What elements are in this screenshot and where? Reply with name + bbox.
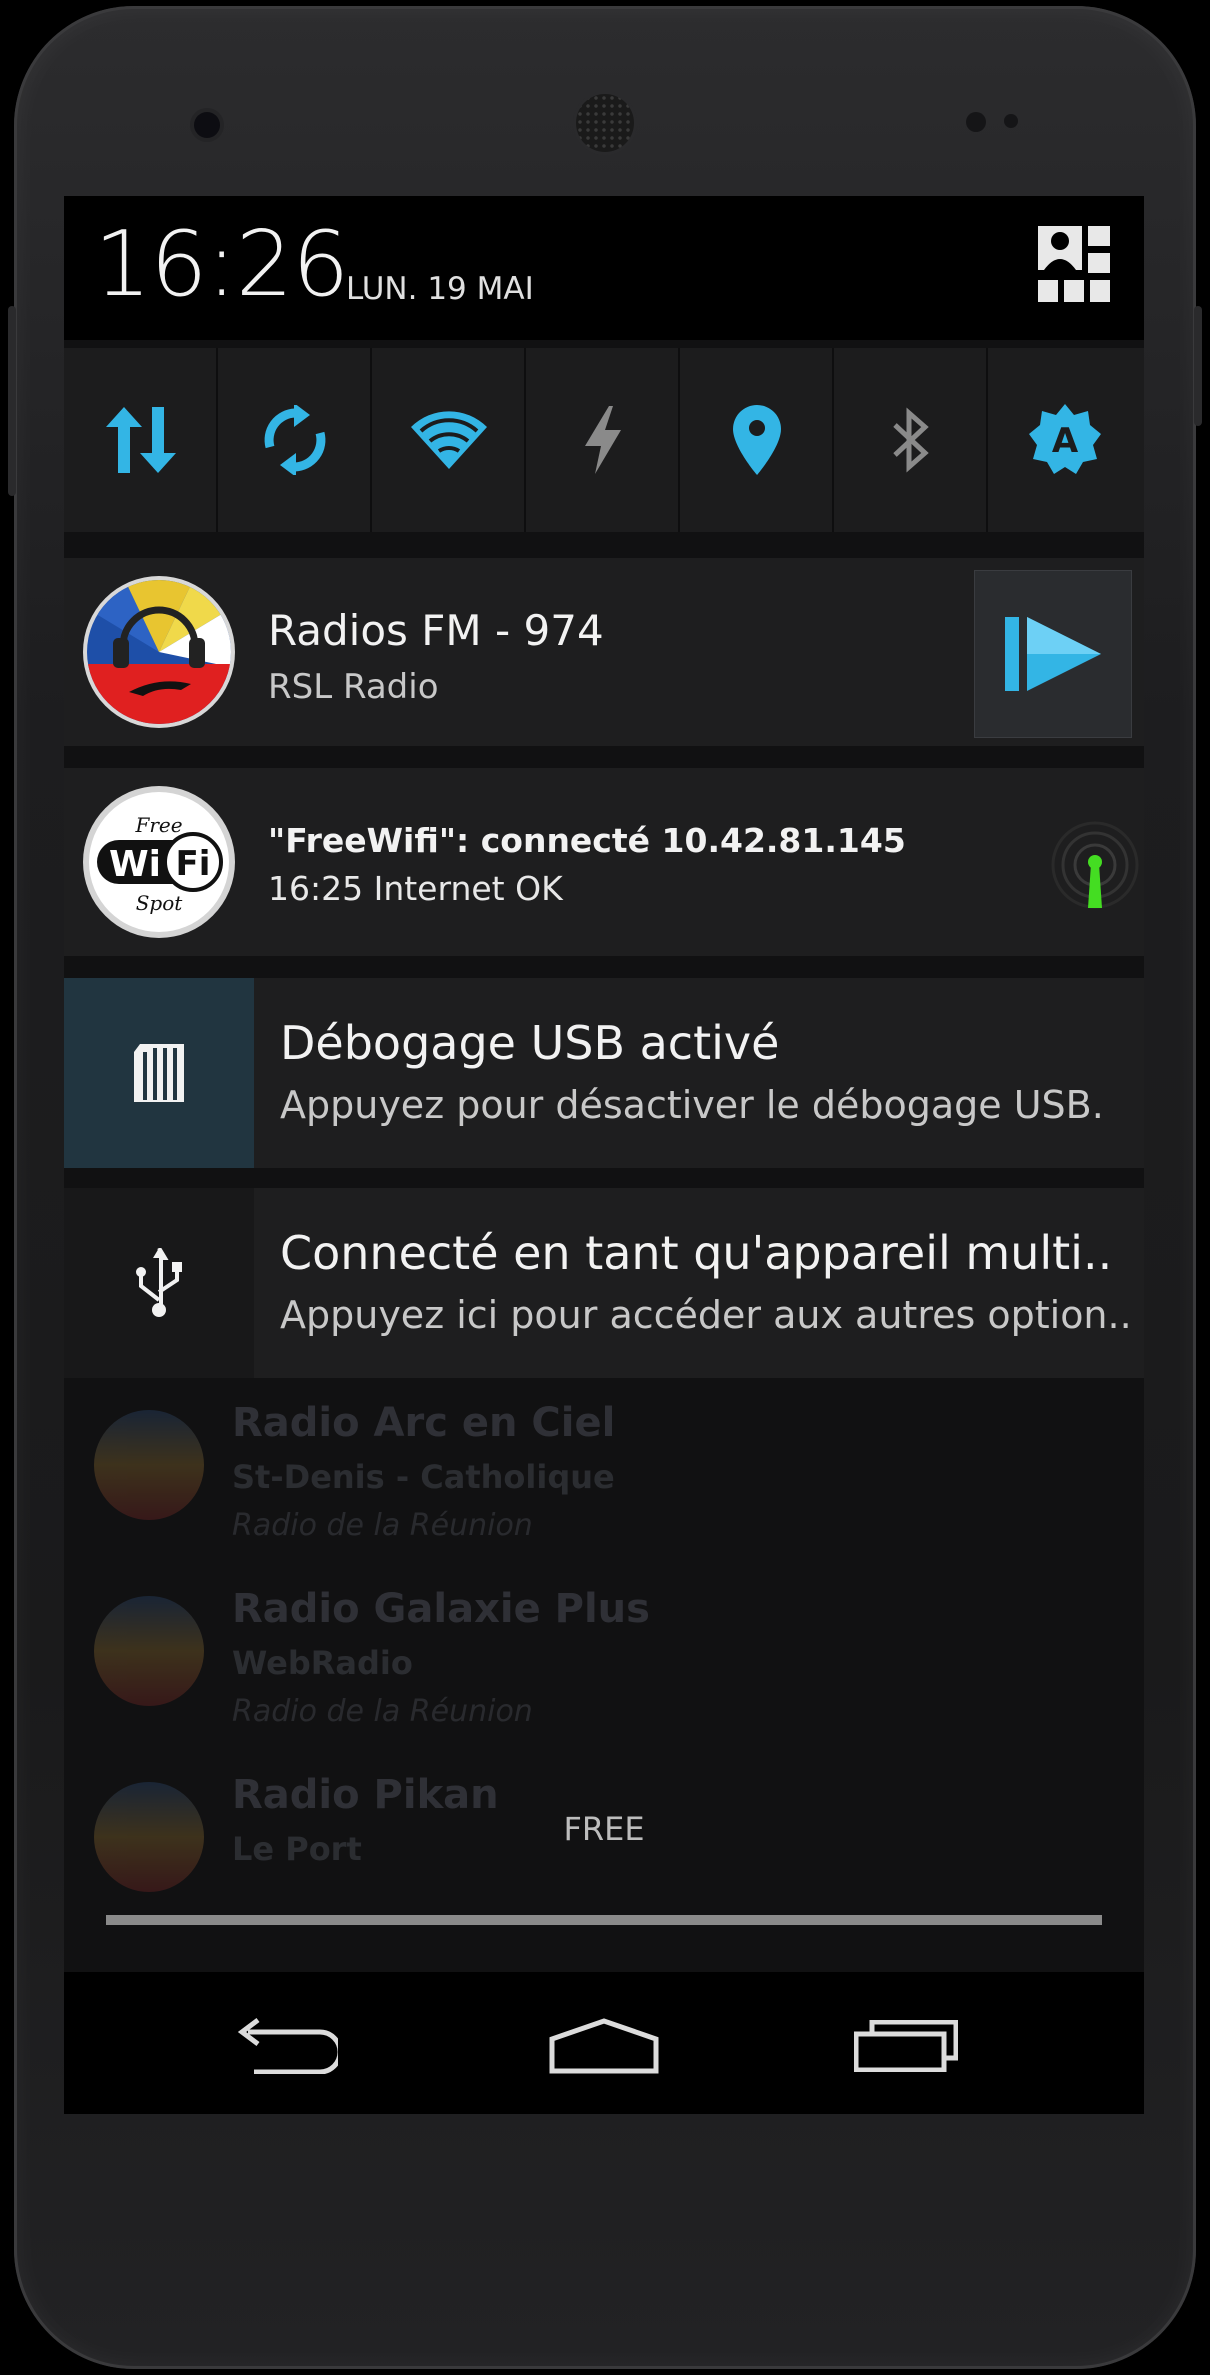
station-name: Radio Arc en Ciel — [232, 1400, 616, 1446]
notification-shade: Radio Arc en Ciel St-Denis - Catholique … — [64, 196, 1144, 2114]
back-icon — [237, 2018, 338, 2074]
usb-debug-icon-box — [64, 978, 254, 1168]
wifi-icon — [411, 411, 487, 469]
status-header: 16:26 LUN. 19 MAI — [64, 196, 1144, 340]
proximity-sensor — [966, 112, 986, 132]
volume-button — [8, 306, 16, 496]
radio-app-icon — [64, 558, 254, 746]
svg-text:Free: Free — [134, 813, 182, 837]
station-subtitle: St-Denis - Catholique — [232, 1458, 615, 1496]
station-name: Radio Galaxie Plus — [232, 1586, 650, 1632]
back-button[interactable] — [206, 1996, 366, 2096]
usb-debug-title: Débogage USB activé — [280, 1016, 780, 1070]
tile-mobile-data[interactable] — [64, 348, 218, 532]
location-icon — [733, 405, 781, 475]
background-list-item: Radio Arc en Ciel St-Denis - Catholique … — [64, 1400, 1144, 1580]
clock: 16:26 — [94, 212, 349, 317]
tile-wifi[interactable] — [372, 348, 526, 532]
quick-settings-toggle-icon[interactable] — [1038, 226, 1110, 302]
recent-apps-button[interactable] — [826, 1996, 986, 2096]
svg-text:Wi: Wi — [109, 844, 161, 885]
earpiece-speaker — [576, 94, 634, 152]
usb-mode-title: Connecté en tant qu'appareil multi.. — [280, 1226, 1113, 1280]
radio-title: Radios FM - 974 — [268, 606, 604, 655]
date: LUN. 19 MAI — [346, 271, 534, 307]
play-icon — [1005, 617, 1101, 691]
radio-notification[interactable]: Radios FM - 974 RSL Radio — [64, 558, 1144, 746]
home-icon — [549, 2018, 659, 2074]
station-source: Radio de la Réunion — [232, 1694, 533, 1729]
auto-brightness-icon: A — [1029, 404, 1101, 474]
wifi-title: "FreeWifi": connecté 10.42.81.145 — [268, 821, 906, 860]
shade-drag-handle[interactable] — [106, 1915, 1102, 1925]
tile-flashlight[interactable] — [526, 348, 680, 532]
tile-location[interactable] — [680, 348, 834, 532]
play-button[interactable] — [974, 570, 1132, 738]
wifi-signal-icon — [1050, 820, 1140, 910]
usb-mode-text: Appuyez ici pour accéder aux autres opti… — [280, 1293, 1132, 1337]
radio-logo — [94, 1596, 204, 1706]
usb-debug-notification[interactable]: Débogage USB activé Appuyez pour désacti… — [64, 978, 1144, 1168]
wifi-notification[interactable]: Free Wi Fi Spot "FreeWifi": connecté 10.… — [64, 768, 1144, 956]
radio-logo — [94, 1410, 204, 1520]
background-list-item: Radio Galaxie Plus WebRadio Radio de la … — [64, 1586, 1144, 1766]
svg-text:Spot: Spot — [136, 891, 184, 915]
usb-icon-box — [64, 1188, 254, 1378]
light-sensor — [1004, 114, 1018, 128]
svg-text:Fi: Fi — [176, 844, 211, 884]
carrier-label: FREE — [563, 1810, 645, 1848]
front-camera — [194, 112, 220, 138]
tile-bluetooth[interactable] — [834, 348, 988, 532]
wifi-status: 16:25 Internet OK — [268, 869, 563, 908]
sync-icon — [264, 405, 326, 475]
usb-mode-notification[interactable]: Connecté en tant qu'appareil multi.. App… — [64, 1188, 1144, 1378]
radio-station: RSL Radio — [268, 667, 439, 707]
data-arrows-icon — [106, 407, 176, 473]
bluetooth-icon — [893, 407, 929, 473]
usb-debug-icon — [134, 1044, 184, 1102]
tile-sync[interactable] — [218, 348, 372, 532]
svg-text:A: A — [1052, 421, 1079, 461]
station-source: Radio de la Réunion — [232, 1508, 533, 1543]
usb-icon — [136, 1248, 182, 1317]
freewifi-logo: Free Wi Fi Spot — [64, 768, 254, 956]
tile-auto-brightness[interactable]: A — [988, 348, 1142, 532]
power-button — [1194, 306, 1202, 426]
station-subtitle: WebRadio — [232, 1644, 413, 1682]
flash-icon — [585, 406, 621, 474]
usb-debug-text: Appuyez pour désactiver le débogage USB. — [280, 1083, 1104, 1127]
home-button[interactable] — [524, 1996, 684, 2096]
recent-apps-icon — [854, 2020, 958, 2072]
